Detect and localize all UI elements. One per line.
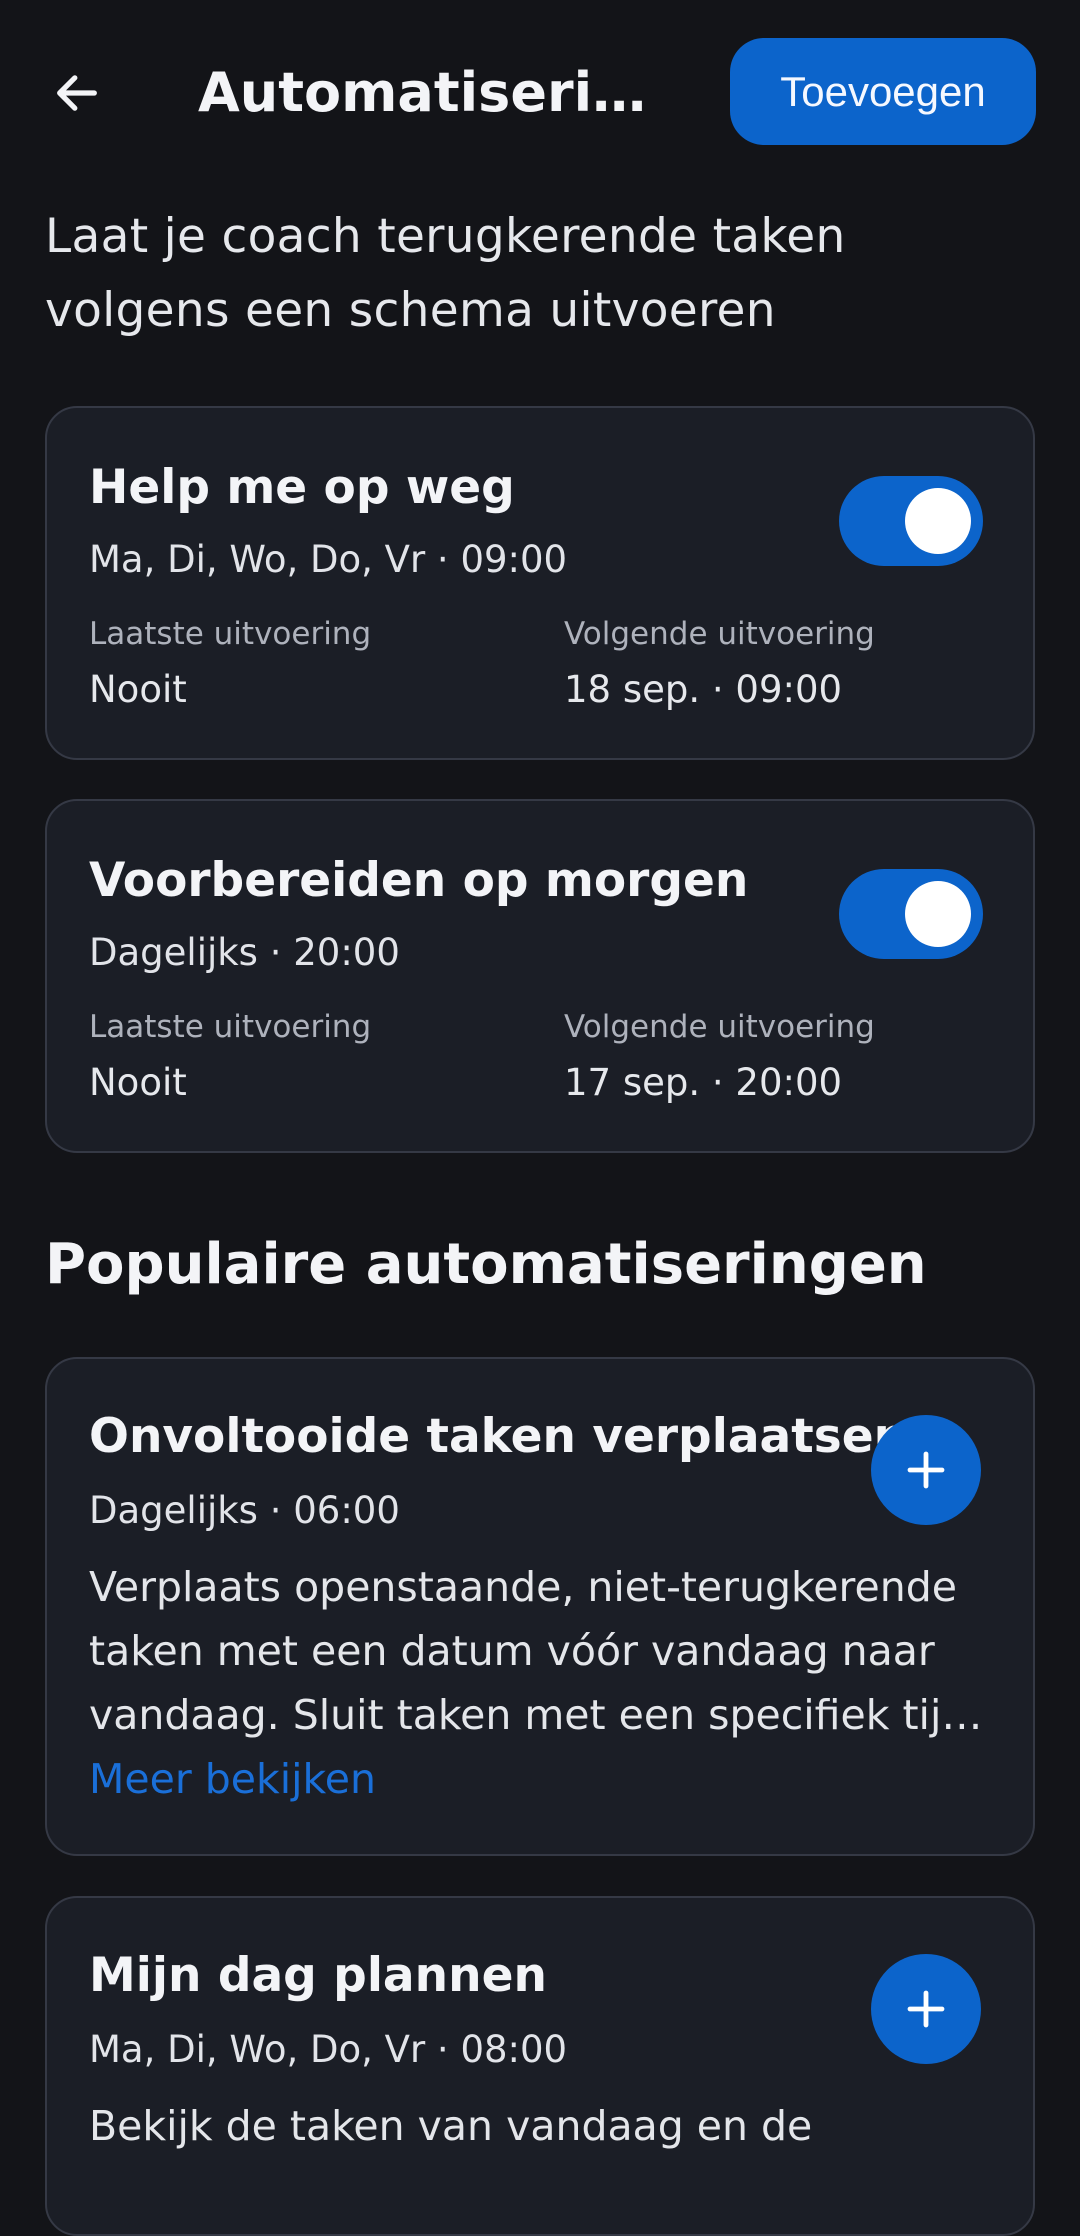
see-more-link[interactable]: Meer bekijken bbox=[89, 1755, 376, 1803]
add-automation-button[interactable]: Toevoegen bbox=[730, 38, 1036, 145]
last-run-label: Laatste uitvoering bbox=[89, 1009, 372, 1045]
description-line: taken met een datum vóór vandaag naar bbox=[89, 1627, 935, 1675]
top-app-bar: Automatisering... Toevoegen bbox=[0, 0, 1080, 190]
popular-schedule: Ma, Di, Wo, Do, Vr · 08:00 bbox=[89, 2028, 568, 2071]
next-run-value: 18 sep. · 09:00 bbox=[564, 668, 843, 711]
description-line: Bekijk de taken van vandaag en de bbox=[89, 2102, 813, 2150]
intro-text: Laat je coach terugkerende taken volgens… bbox=[45, 209, 846, 338]
back-button[interactable] bbox=[40, 56, 114, 130]
toggle-knob bbox=[905, 881, 971, 947]
automation-card[interactable]: Voorbereiden op morgen Dagelijks · 20:00… bbox=[45, 799, 1035, 1153]
popular-title: Onvoltooide taken verplaatsen bbox=[89, 1409, 908, 1464]
description-line: vandaag. Sluit taken met een specifiek t… bbox=[89, 1691, 995, 1739]
automation-card[interactable]: Help me op weg Ma, Di, Wo, Do, Vr · 09:0… bbox=[45, 406, 1035, 760]
plus-icon bbox=[907, 1451, 945, 1489]
toggle-knob bbox=[905, 488, 971, 554]
automation-title: Voorbereiden op morgen bbox=[89, 853, 749, 908]
add-popular-button[interactable] bbox=[871, 1415, 981, 1525]
add-popular-button[interactable] bbox=[871, 1954, 981, 2064]
automation-toggle[interactable] bbox=[839, 476, 983, 566]
description-line: Verplaats openstaande, niet-terugkerende bbox=[89, 1563, 957, 1611]
next-run-label: Volgende uitvoering bbox=[564, 616, 875, 652]
automation-schedule: Ma, Di, Wo, Do, Vr · 09:00 bbox=[89, 538, 568, 581]
automation-toggle[interactable] bbox=[839, 869, 983, 959]
popular-automation-card[interactable]: Mijn dag plannen Ma, Di, Wo, Do, Vr · 08… bbox=[45, 1896, 1035, 2236]
popular-description: Verplaats openstaande, niet-terugkerende… bbox=[89, 1555, 995, 1747]
page-title: Automatisering... bbox=[198, 61, 678, 124]
next-run-label: Volgende uitvoering bbox=[564, 1009, 875, 1045]
popular-description: Bekijk de taken van vandaag en de bbox=[89, 2094, 995, 2158]
arrow-left-icon bbox=[57, 75, 97, 111]
next-run-value: 17 sep. · 20:00 bbox=[564, 1061, 843, 1104]
last-run-label: Laatste uitvoering bbox=[89, 616, 372, 652]
automation-schedule: Dagelijks · 20:00 bbox=[89, 931, 400, 974]
last-run-value: Nooit bbox=[89, 1061, 187, 1104]
popular-automation-card[interactable]: Onvoltooide taken verplaatsen Dagelijks … bbox=[45, 1357, 1035, 1856]
automation-title: Help me op weg bbox=[89, 460, 515, 515]
last-run-value: Nooit bbox=[89, 668, 187, 711]
popular-title: Mijn dag plannen bbox=[89, 1948, 547, 2003]
popular-schedule: Dagelijks · 06:00 bbox=[89, 1489, 400, 1532]
popular-section-title: Populaire automatiseringen bbox=[45, 1232, 927, 1297]
plus-icon bbox=[907, 1990, 945, 2028]
